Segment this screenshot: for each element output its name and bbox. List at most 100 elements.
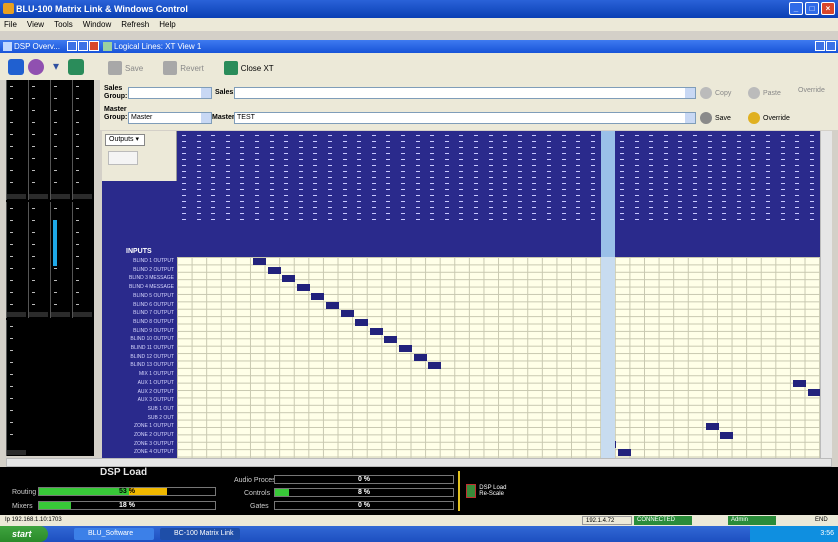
crosspoint-on[interactable] [267,266,281,274]
crosspoint-on[interactable] [705,423,719,431]
paste-icon [748,87,760,99]
doc-icon [103,42,112,51]
revert-icon [163,61,178,75]
arrow-down-icon[interactable]: ▾ [48,59,64,75]
crosspoint-on[interactable] [326,301,339,309]
column-label [342,135,347,225]
row-label: SUB 2 OUT [147,414,174,421]
crosspoint-on[interactable] [340,310,354,318]
override-master-button[interactable]: Override [748,112,790,124]
globe-icon[interactable] [28,58,44,75]
outputs-select[interactable]: Outputs ▾ [105,134,145,146]
sales-label: Sales: [215,89,236,96]
column-label [269,135,274,225]
crosspoint-on[interactable] [720,432,734,439]
gates-label: Gates [250,503,269,510]
master-row: Master Group: Master Master: TEST Save O… [100,104,838,130]
override-button[interactable]: Override [798,87,825,94]
status-end: END [815,517,828,523]
crosspoint-on[interactable] [399,345,412,352]
level-meters [6,80,94,456]
doc-maximize-button[interactable] [826,41,836,51]
start-button[interactable]: start [0,526,48,542]
routing-label: Routing [12,489,37,496]
matrix-option-button[interactable] [108,151,138,165]
left-panel-title: DSP Overv... [14,42,60,51]
row-label: BLIND 1 OUTPUT [133,258,174,264]
mixers-label: Mixers [12,503,33,510]
crosspoint-on[interactable] [413,353,427,361]
column-label [532,135,537,225]
menu-window[interactable]: Window [83,20,111,29]
crosspoint-on[interactable] [355,318,369,326]
panel-close-button[interactable] [89,41,99,51]
divider [458,471,460,511]
revert-button[interactable]: Revert [163,61,204,75]
save-button[interactable]: Save [108,61,143,75]
crosspoint-on[interactable] [807,388,820,396]
menu-tools[interactable]: Tools [54,20,73,29]
column-label [736,135,741,225]
crosspoint-on[interactable] [282,275,296,283]
row-label: SUB 1 OUT [147,405,174,412]
crosspoint-on[interactable] [793,379,807,387]
crosspoint-grid[interactable] [177,257,820,458]
sales-select[interactable] [234,87,696,99]
meter-icon[interactable] [8,58,24,75]
meter-column [72,80,92,200]
panel-restore-button[interactable] [78,41,88,51]
app-titlebar: BLU-100 Matrix Link & Windows Control _ … [0,0,838,18]
meter-column [28,80,48,200]
vertical-scrollbar[interactable] [820,131,832,458]
column-label [809,135,814,225]
task-item-2[interactable]: BC-100 Matrix Link [160,528,240,540]
column-label [357,135,362,225]
meter-column [50,80,70,200]
column-label [722,135,727,225]
rescale-icon [466,484,477,498]
crosspoint-on[interactable] [369,327,383,335]
close-button[interactable]: × [821,2,835,15]
column-label [240,135,245,225]
horizontal-scrollbar[interactable] [6,458,832,467]
copy-button[interactable]: Copy [700,87,731,99]
menu-refresh[interactable]: Refresh [121,20,149,29]
row-label: BLIND 9 OUTPUT [133,327,174,334]
left-panel-titlebar: DSP Overv... [0,40,100,53]
sales-row: Sales Group: Sales: Copy Paste Override [100,83,838,104]
inputs-header: INPUTS [102,181,177,257]
maximize-button[interactable]: □ [805,2,819,15]
menu-view[interactable]: View [27,20,44,29]
task-item-1[interactable]: BLU_Software [74,528,154,540]
crosspoint-on[interactable] [296,284,310,292]
dsp-rescale-button[interactable]: DSP Load Re-Scale [466,479,516,503]
panel-minimize-button[interactable] [67,41,77,51]
menu-file[interactable]: File [4,20,17,29]
crosspoint-on[interactable] [253,258,266,265]
master-group-select[interactable]: Master [128,112,212,124]
status-user: Admin [728,516,776,525]
exit-icon[interactable] [68,58,84,75]
column-label [649,135,654,225]
minimize-button[interactable]: _ [789,2,803,15]
meter-column [72,202,92,318]
menu-help[interactable]: Help [159,20,175,29]
close-xt-button[interactable]: Close XT [223,61,274,75]
row-label: ZONE 4 OUTPUT [133,449,174,456]
crosspoint-on[interactable] [618,449,631,457]
crosspoint-on[interactable] [428,362,442,370]
copy-icon [700,87,712,99]
save-master-button[interactable]: Save [700,112,731,124]
paste-button[interactable]: Paste [748,87,781,99]
doc-restore-button[interactable] [815,41,825,51]
crosspoint-on[interactable] [311,292,325,300]
master-select[interactable]: TEST [234,112,696,124]
save-icon [108,61,122,75]
meter-column [6,80,26,200]
row-label: BLIND 7 OUTPUT [133,310,174,317]
column-label [225,135,230,225]
row-label: BLIND 10 OUTPUT [130,336,174,343]
crosspoint-on[interactable] [384,336,398,344]
meter-column [6,202,26,318]
sales-group-select[interactable] [128,87,212,99]
